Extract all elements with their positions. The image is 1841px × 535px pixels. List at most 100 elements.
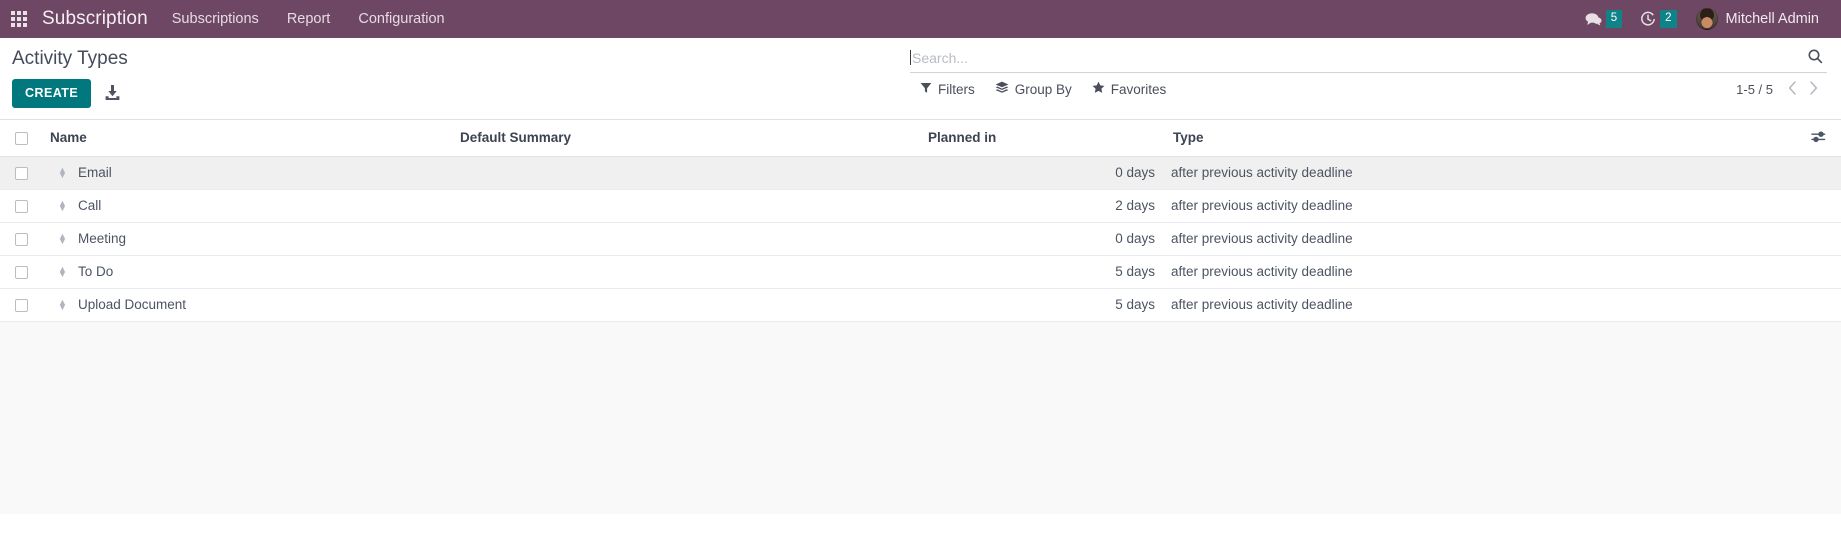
import-records-button[interactable] — [101, 82, 124, 106]
table-row[interactable]: ▲ ▼ Call 2 days after previous activity d… — [0, 189, 1841, 223]
create-button[interactable]: CREATE — [12, 79, 92, 108]
app-brand-name[interactable]: Subscription — [38, 8, 158, 30]
row-select-cell — [0, 222, 42, 256]
pager: 1-5 / 5 — [1736, 80, 1827, 98]
row-spacer-cell — [1795, 255, 1841, 289]
filter-funnel-icon — [920, 82, 932, 97]
row-spacer-cell — [1795, 156, 1841, 190]
optional-columns-header — [1795, 120, 1841, 157]
apps-menu-button[interactable] — [0, 0, 38, 38]
select-all-header — [0, 120, 42, 157]
row-default-summary-cell — [452, 255, 920, 289]
drag-handle-icon[interactable]: ▲ ▼ — [58, 231, 67, 245]
menu-item-report[interactable]: Report — [273, 0, 345, 38]
row-type-cell: after previous activity deadline — [1165, 255, 1795, 289]
row-checkbox[interactable] — [14, 166, 28, 180]
row-planned-in-cell: 0 days — [920, 156, 1165, 190]
row-name-label: Email — [78, 165, 112, 180]
drag-handle-icon[interactable]: ▲ ▼ — [58, 165, 67, 179]
drag-handle-icon[interactable]: ▲ ▼ — [58, 264, 67, 278]
row-checkbox[interactable] — [14, 298, 28, 312]
activity-types-table: Name Default Summary Planned in Type ▲ ▼… — [0, 120, 1841, 322]
row-name-cell: ▲ ▼ Email — [42, 156, 452, 190]
pager-next-button[interactable] — [1804, 80, 1823, 98]
row-type-cell: after previous activity deadline — [1165, 156, 1795, 190]
clock-activity-icon — [1640, 11, 1656, 27]
search-input[interactable] — [912, 49, 1805, 66]
favorites-label: Favorites — [1110, 81, 1167, 97]
table-header: Name Default Summary Planned in Type — [0, 120, 1841, 157]
control-panel: Activity Types CREATE Search... Filters … — [0, 38, 1841, 120]
pager-value: 1-5 / 5 — [1736, 81, 1773, 97]
list-view-container: Name Default Summary Planned in Type ▲ ▼… — [0, 120, 1841, 514]
row-select-cell — [0, 255, 42, 289]
top-navbar: Subscription Subscriptions Report Config… — [0, 0, 1841, 38]
optional-columns-button[interactable] — [1808, 128, 1829, 149]
row-planned-in-cell: 5 days — [920, 288, 1165, 322]
layers-icon — [995, 81, 1009, 97]
row-type-cell: after previous activity deadline — [1165, 222, 1795, 256]
user-menu-button[interactable]: Mitchell Admin — [1686, 0, 1827, 38]
row-spacer-cell — [1795, 222, 1841, 256]
row-name-label: Call — [78, 198, 102, 213]
row-type-cell: after previous activity deadline — [1165, 189, 1795, 223]
column-header-planned-in[interactable]: Planned in — [920, 120, 1165, 157]
row-default-summary-cell — [452, 288, 920, 322]
column-header-default-summary[interactable]: Default Summary — [452, 120, 920, 157]
messages-icon — [1585, 12, 1602, 27]
pager-previous-button[interactable] — [1783, 80, 1802, 98]
control-panel-right: Filters Group By — [910, 38, 1841, 107]
search-button[interactable] — [1805, 48, 1825, 67]
row-name-cell: ▲ ▼ Call — [42, 189, 452, 223]
column-header-name[interactable]: Name — [42, 120, 452, 157]
activities-count-badge: 2 — [1660, 9, 1677, 29]
row-planned-in-cell: 5 days — [920, 255, 1165, 289]
row-default-summary-cell — [452, 189, 920, 223]
table-row[interactable]: ▲ ▼ To Do 5 days after previous activity … — [0, 255, 1841, 289]
menu-item-configuration[interactable]: Configuration — [344, 0, 458, 38]
chevron-right-icon — [1809, 80, 1818, 98]
groupby-dropdown[interactable]: Group By — [995, 80, 1072, 98]
import-download-icon — [104, 84, 121, 104]
row-name-cell: ▲ ▼ Upload Document — [42, 288, 452, 322]
row-spacer-cell — [1795, 288, 1841, 322]
row-name-label: To Do — [78, 264, 114, 279]
table-row[interactable]: ▲ ▼ Email 0 days after previous activity … — [0, 156, 1841, 190]
table-row[interactable]: ▲ ▼ Upload Document 5 days after previous… — [0, 288, 1841, 322]
row-checkbox[interactable] — [14, 265, 28, 279]
search-caret — [910, 50, 911, 65]
main-menu: Subscriptions Report Configuration — [158, 0, 459, 38]
row-spacer-cell — [1795, 189, 1841, 223]
control-panel-buttons: CREATE — [12, 79, 910, 119]
search-dropdowns: Filters Group By Favorites — [920, 80, 1166, 98]
page-title: Activity Types — [12, 48, 128, 69]
table-row[interactable]: ▲ ▼ Meeting 0 days after previous activit… — [0, 222, 1841, 256]
favorites-dropdown[interactable]: Favorites — [1092, 80, 1167, 98]
row-planned-in-cell: 0 days — [920, 222, 1165, 256]
row-name-label: Meeting — [78, 231, 127, 246]
systray: 5 2 Mitchell Admin — [1576, 0, 1827, 38]
chevron-left-icon — [1788, 80, 1797, 98]
search-icon — [1807, 48, 1823, 67]
messages-button[interactable]: 5 — [1576, 0, 1631, 38]
select-all-checkbox[interactable] — [14, 131, 28, 145]
row-type-cell: after previous activity deadline — [1165, 288, 1795, 322]
search-view[interactable] — [910, 44, 1827, 73]
menu-item-subscriptions[interactable]: Subscriptions — [158, 0, 273, 38]
row-select-cell — [0, 156, 42, 190]
drag-handle-icon[interactable]: ▲ ▼ — [58, 297, 67, 311]
activities-button[interactable]: 2 — [1631, 0, 1685, 38]
column-header-type[interactable]: Type — [1165, 120, 1795, 157]
column-options-icon — [1810, 130, 1826, 147]
row-checkbox[interactable] — [14, 199, 28, 213]
row-name-label: Upload Document — [78, 297, 187, 312]
row-default-summary-cell — [452, 222, 920, 256]
row-checkbox[interactable] — [14, 232, 28, 246]
row-planned-in-cell: 2 days — [920, 189, 1165, 223]
drag-handle-icon[interactable]: ▲ ▼ — [58, 198, 67, 212]
search-options-row: Filters Group By Favorites 1-5 / 5 — [910, 73, 1827, 107]
groupby-label: Group By — [1014, 81, 1072, 97]
filters-dropdown[interactable]: Filters — [920, 81, 975, 98]
filters-label: Filters — [938, 81, 975, 97]
row-select-cell — [0, 288, 42, 322]
